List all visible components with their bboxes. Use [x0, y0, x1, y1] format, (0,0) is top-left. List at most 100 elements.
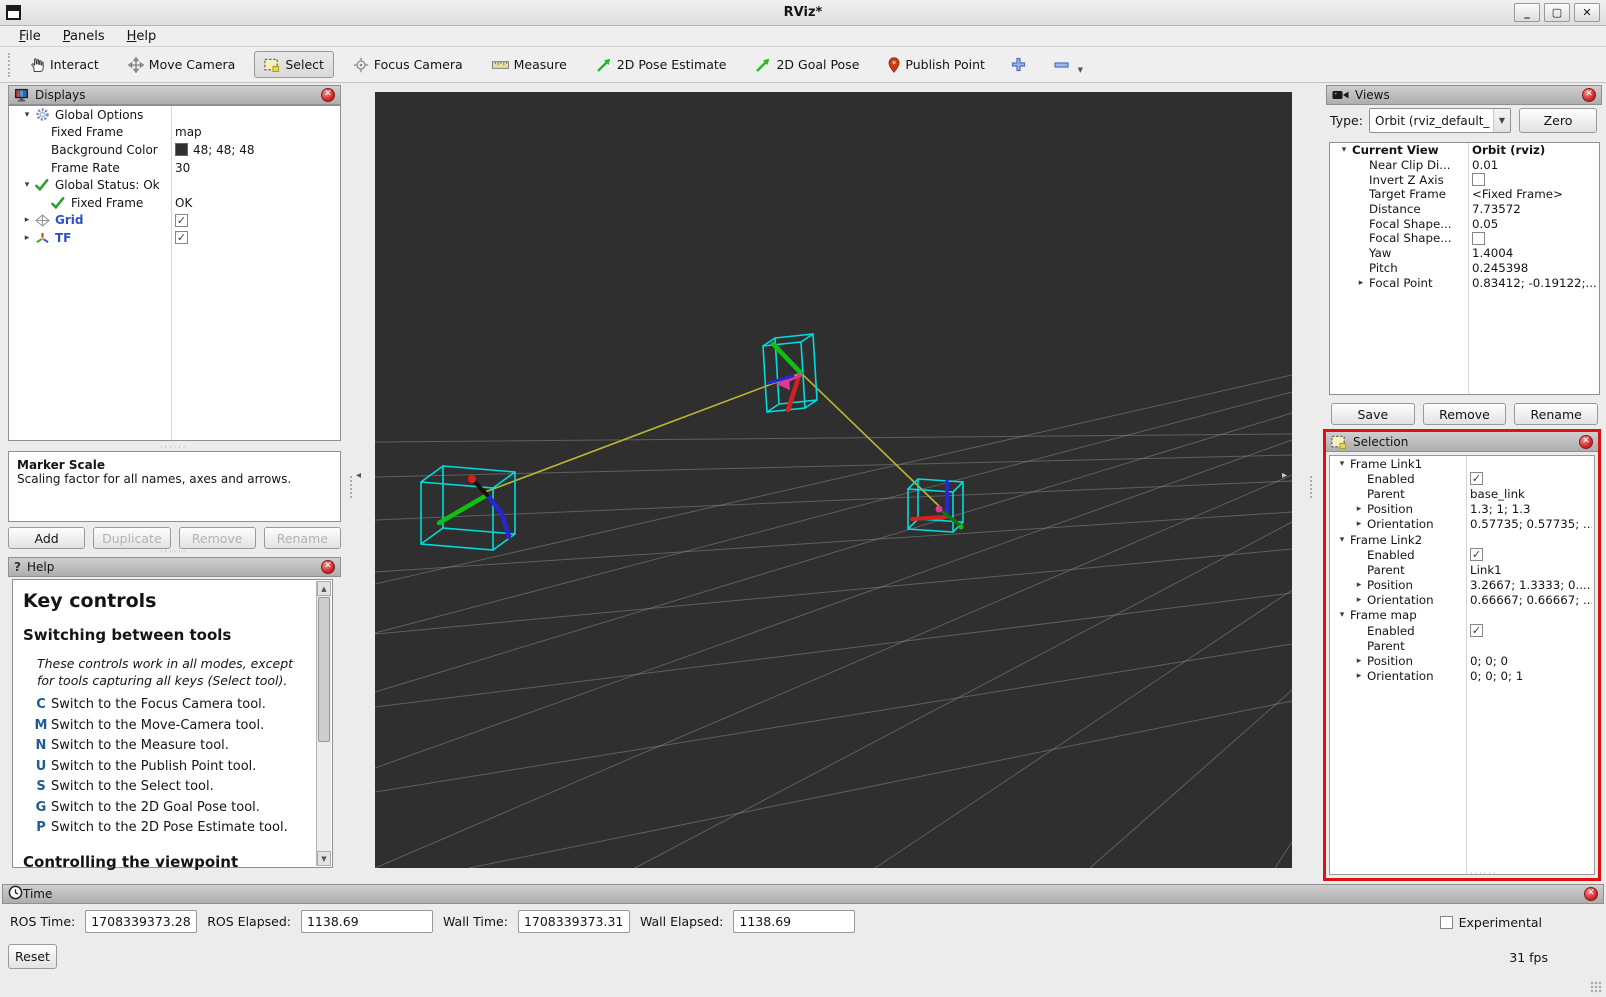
splitter-handle[interactable]: ······: [160, 547, 187, 556]
expander-open-icon[interactable]: ▾: [19, 110, 35, 120]
menu-file[interactable]: File: [10, 28, 50, 45]
expander-open-icon[interactable]: ▾: [1334, 610, 1350, 620]
help-close-icon[interactable]: ✕: [321, 560, 335, 574]
expander-closed-icon[interactable]: ▸: [1351, 595, 1367, 605]
splitter-handle[interactable]: ······: [1470, 869, 1497, 878]
scrollbar-thumb[interactable]: [318, 597, 330, 742]
expander-closed-icon[interactable]: ▸: [1351, 656, 1367, 666]
property-value[interactable]: 0.05: [1472, 216, 1597, 231]
checkbox-checked[interactable]: ✓: [1470, 472, 1483, 485]
collapse-left-panel-icon[interactable]: ◂: [356, 470, 361, 481]
expander-closed-icon[interactable]: ▸: [1353, 278, 1369, 288]
checkbox-checked[interactable]: ✓: [175, 231, 188, 244]
tree-row-grid[interactable]: ▸Grid✓: [9, 212, 340, 230]
expander-open-icon[interactable]: ▾: [1334, 535, 1350, 545]
property-value[interactable]: ✓: [1470, 623, 1592, 638]
property-value[interactable]: [1472, 231, 1597, 246]
tree-row-focal-shape[interactable]: Focal Shape...: [1330, 231, 1599, 246]
expander-closed-icon[interactable]: ▸: [1351, 519, 1367, 529]
tree-row-enabled[interactable]: Enabled✓: [1330, 547, 1594, 562]
expander-closed-icon[interactable]: ▸: [19, 215, 35, 225]
menu-panels[interactable]: Panels: [54, 28, 114, 45]
help-scrollbar[interactable]: ▲ ▼: [316, 581, 331, 866]
tree-row-target-frame[interactable]: Target Frame<Fixed Frame>: [1330, 187, 1599, 202]
property-value[interactable]: OK: [175, 194, 338, 212]
resize-grip-icon[interactable]: [1590, 981, 1602, 993]
tree-row-background-color[interactable]: Background Color48; 48; 48: [9, 141, 340, 159]
splitter-handle[interactable]: [1310, 476, 1314, 498]
time-close-icon[interactable]: ✕: [1584, 887, 1598, 901]
property-value[interactable]: 0.57735; 0.57735; ...: [1470, 517, 1592, 532]
expander-closed-icon[interactable]: ▸: [1351, 580, 1367, 590]
minimize-button[interactable]: _: [1514, 3, 1540, 22]
checkbox-unchecked[interactable]: [1472, 232, 1485, 245]
splitter-handle[interactable]: [350, 476, 354, 498]
property-value[interactable]: Link1: [1470, 562, 1592, 577]
tree-row-tf[interactable]: ▸TF✓: [9, 229, 340, 247]
selection-panel-header[interactable]: Selection ✕: [1326, 432, 1598, 452]
toolbar-drag-handle[interactable]: [8, 53, 11, 77]
views-panel-header[interactable]: Views ✕: [1326, 85, 1602, 105]
tree-row-fixed-frame[interactable]: Fixed Framemap: [9, 124, 340, 142]
wall-time-input[interactable]: 1708339373.31: [518, 910, 630, 933]
tree-row-orientation[interactable]: ▸Orientation0.57735; 0.57735; ...: [1330, 517, 1594, 532]
ros-elapsed-input[interactable]: 1138.69: [301, 910, 433, 933]
property-value[interactable]: map: [175, 124, 338, 142]
expander-open-icon[interactable]: ▾: [19, 180, 35, 190]
property-value[interactable]: 7.73572: [1472, 202, 1597, 217]
tree-row-enabled[interactable]: Enabled✓: [1330, 471, 1594, 486]
tree-row-frame-link1[interactable]: ▾Frame Link1: [1330, 456, 1594, 471]
property-value[interactable]: base_link: [1470, 486, 1592, 501]
add-tool-button[interactable]: [1004, 51, 1033, 78]
tree-row-frame-rate[interactable]: Frame Rate30: [9, 159, 340, 177]
menu-help[interactable]: Help: [118, 28, 166, 45]
property-value[interactable]: 0.245398: [1472, 261, 1597, 276]
tree-row-global-options[interactable]: ▾Global Options: [9, 106, 340, 124]
property-value[interactable]: 0; 0; 0: [1470, 653, 1592, 668]
tree-row-frame-map[interactable]: ▾Frame map: [1330, 608, 1594, 623]
property-value[interactable]: [1470, 638, 1592, 653]
property-value[interactable]: <Fixed Frame>: [1472, 187, 1597, 202]
scroll-down-icon[interactable]: ▼: [317, 851, 331, 866]
tree-row-pitch[interactable]: Pitch0.245398: [1330, 261, 1599, 276]
help-panel-header[interactable]: ? Help ✕: [8, 557, 341, 577]
tree-row-focal-shape[interactable]: Focal Shape...0.05: [1330, 216, 1599, 231]
tree-row-fixed-frame[interactable]: Fixed FrameOK: [9, 194, 340, 212]
tree-row-distance[interactable]: Distance7.73572: [1330, 202, 1599, 217]
property-value[interactable]: ✓: [1470, 547, 1592, 562]
property-value[interactable]: ✓: [1470, 471, 1592, 486]
property-value[interactable]: Orbit (rviz): [1472, 143, 1597, 158]
selection-close-icon[interactable]: ✕: [1579, 435, 1593, 449]
title-bar[interactable]: RViz* _ ▢ ✕: [0, 0, 1606, 26]
property-value[interactable]: 1.4004: [1472, 246, 1597, 261]
property-value[interactable]: ✓: [175, 212, 338, 230]
maximize-button[interactable]: ▢: [1544, 3, 1570, 22]
scroll-up-icon[interactable]: ▲: [317, 581, 331, 596]
property-value[interactable]: 0.01: [1472, 158, 1597, 173]
tree-row-invert-z-axis[interactable]: Invert Z Axis: [1330, 172, 1599, 187]
rename-button[interactable]: Rename: [1514, 403, 1598, 425]
checkbox-checked[interactable]: ✓: [1470, 624, 1483, 637]
tree-row-current-view[interactable]: ▾Current ViewOrbit (rviz): [1330, 143, 1599, 158]
tool-focus-camera[interactable]: Focus Camera: [343, 51, 473, 79]
collapse-right-panel-icon[interactable]: ▸: [1282, 470, 1287, 481]
expander-closed-icon[interactable]: ▸: [19, 233, 35, 243]
experimental-checkbox[interactable]: [1440, 916, 1453, 929]
remove-tool-button[interactable]: ▼: [1047, 55, 1076, 75]
tool-select[interactable]: Select: [254, 51, 334, 78]
property-value[interactable]: 30: [175, 159, 338, 177]
tool-move-camera[interactable]: Move Camera: [118, 51, 246, 79]
experimental-option[interactable]: Experimental: [1440, 915, 1542, 930]
checkbox-unchecked[interactable]: [1472, 173, 1485, 186]
property-value[interactable]: ✓: [175, 229, 338, 247]
property-value[interactable]: 0.66667; 0.66667; ...: [1470, 593, 1592, 608]
expander-open-icon[interactable]: ▾: [1334, 459, 1350, 469]
remove-button[interactable]: Remove: [1423, 403, 1507, 425]
tree-row-position[interactable]: ▸Position3.2667; 1.3333; 0....: [1330, 578, 1594, 593]
tree-row-parent[interactable]: Parent: [1330, 638, 1594, 653]
tree-row-near-clip-di[interactable]: Near Clip Di...0.01: [1330, 158, 1599, 173]
tree-row-yaw[interactable]: Yaw1.4004: [1330, 246, 1599, 261]
tree-row-orientation[interactable]: ▸Orientation0.66667; 0.66667; ...: [1330, 593, 1594, 608]
tree-row-frame-link2[interactable]: ▾Frame Link2: [1330, 532, 1594, 547]
expander-closed-icon[interactable]: ▸: [1351, 504, 1367, 514]
